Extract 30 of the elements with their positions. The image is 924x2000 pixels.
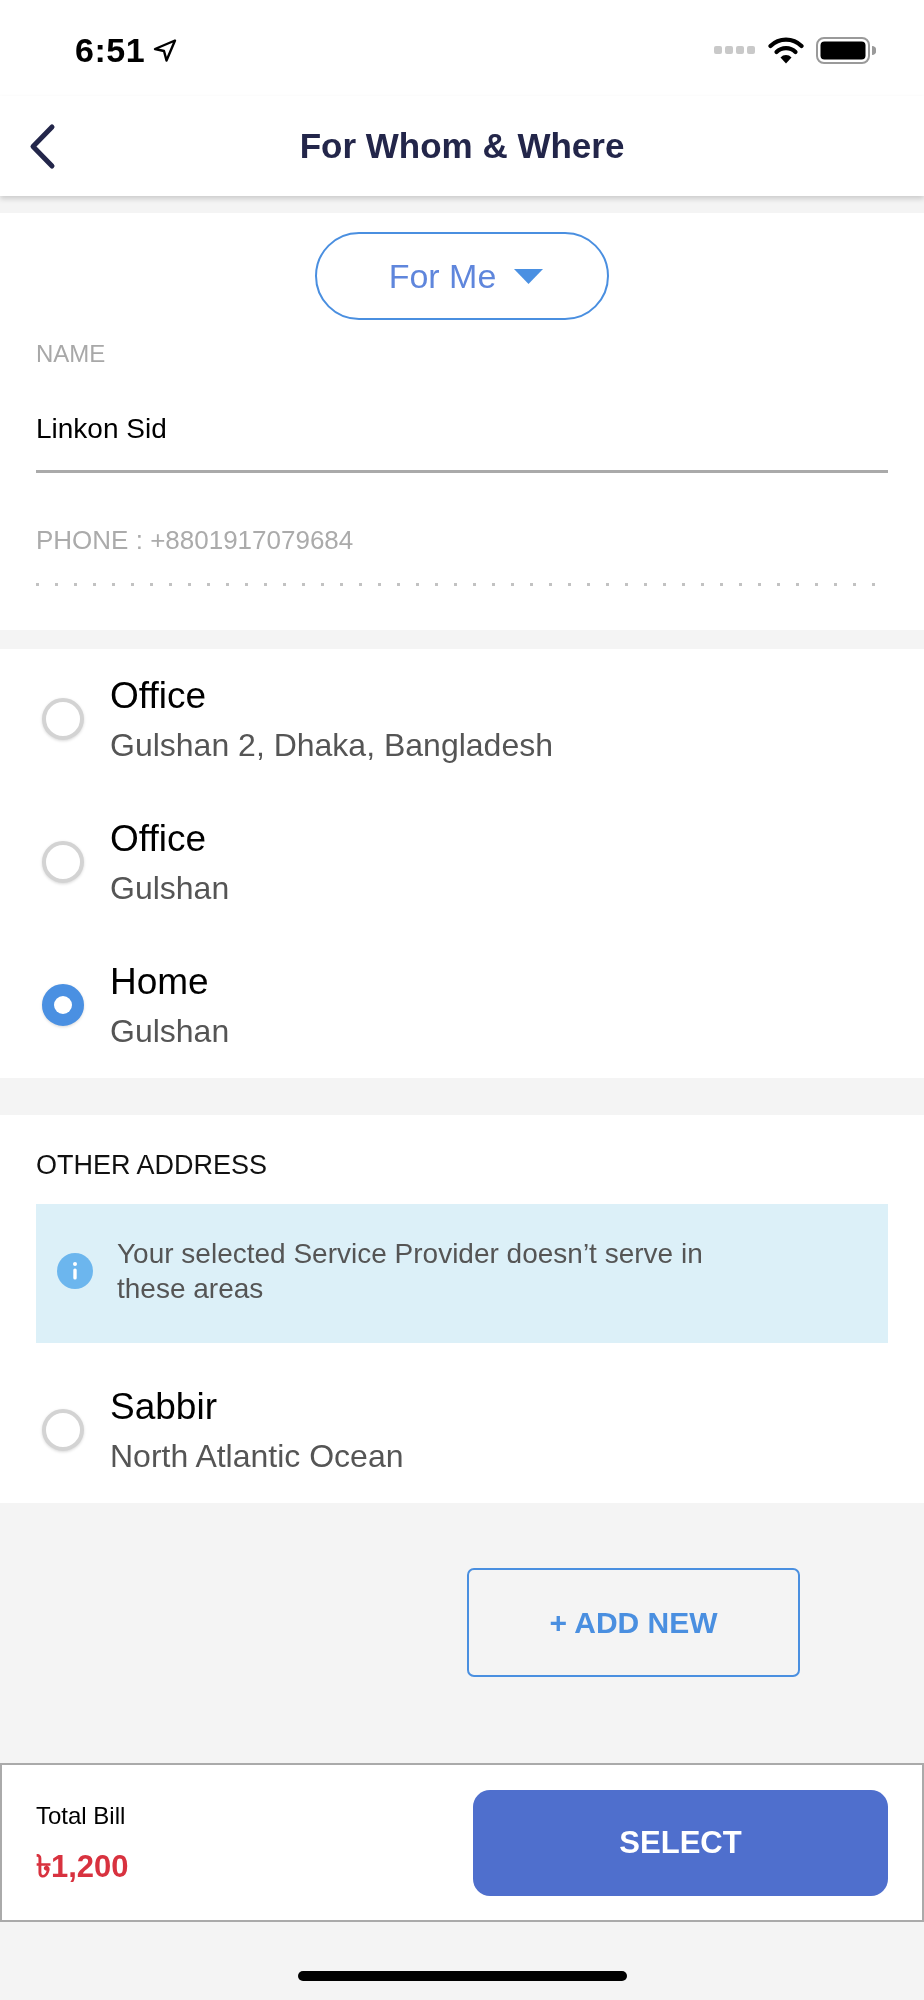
total-label: Total Bill xyxy=(36,1800,127,1830)
section-heading: OTHER ADDRESS xyxy=(36,1149,269,1181)
battery-icon xyxy=(816,36,876,64)
radio-button[interactable] xyxy=(42,984,84,1026)
caret-icon xyxy=(514,268,544,284)
page-title: For Whom & Where xyxy=(299,126,625,166)
radio-button[interactable] xyxy=(42,698,84,740)
signal-icon xyxy=(714,46,756,54)
address-text: North Atlantic Ocean xyxy=(110,1437,404,1476)
recipient-dropdown[interactable]: For Me xyxy=(315,232,609,320)
address-title: Office xyxy=(110,674,207,718)
add-new-button[interactable]: + ADD NEW xyxy=(467,1568,800,1677)
address-title: Home xyxy=(110,960,210,1004)
address-title: Sabbir xyxy=(110,1385,218,1429)
address-text: Gulshan xyxy=(110,869,230,908)
notice-text: Your selected Service Provider doesn’t serve in these areas xyxy=(117,1237,704,1306)
total-amount: ৳1,200 xyxy=(36,1847,129,1885)
location-arrow-icon xyxy=(153,38,178,62)
info-icon xyxy=(57,1253,93,1289)
name-input[interactable]: Linkon Sid xyxy=(36,412,888,473)
select-button[interactable]: SELECT xyxy=(473,1789,888,1896)
radio-button[interactable] xyxy=(42,1409,84,1451)
field-label: NAME xyxy=(36,339,107,368)
back-button[interactable] xyxy=(28,122,56,170)
address-title: Office xyxy=(110,817,207,861)
address-text: Gulshan xyxy=(110,1012,230,1051)
radio-button[interactable] xyxy=(42,841,84,883)
wifi-icon xyxy=(768,36,804,64)
address-text: Gulshan 2, Dhaka, Bangladesh xyxy=(110,726,553,765)
status-time: 6:51 xyxy=(75,30,146,70)
